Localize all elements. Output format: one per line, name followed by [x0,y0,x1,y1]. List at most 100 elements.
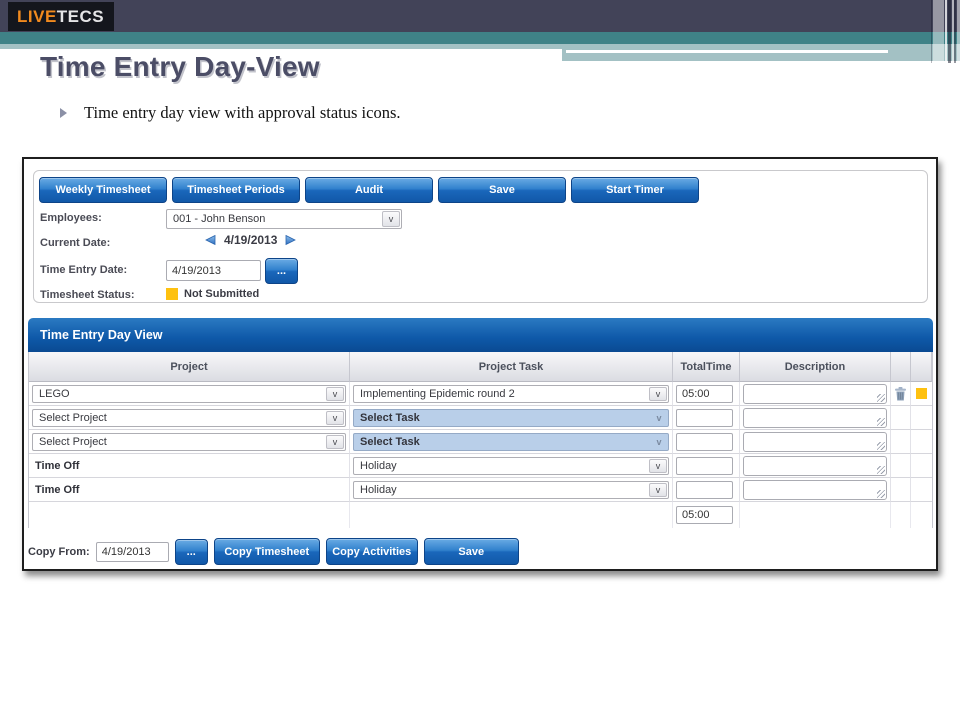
time-entry-date-input[interactable] [166,260,261,281]
date-browse-button[interactable]: ... [265,258,298,284]
footer-save-button[interactable]: Save [423,538,519,565]
slide-top-bar: LIVE TECS [0,0,960,32]
copy-activities-button[interactable]: Copy Activities [325,538,418,565]
day-total-input[interactable] [676,506,733,524]
table-row: Select Project v [29,406,350,430]
current-date-value: 4/19/2013 [224,233,278,247]
copy-from-label: Copy From: [28,545,90,558]
footer-action-bar: Copy From: ... Copy Timesheet Copy Activ… [28,538,519,565]
column-header-status [911,352,932,382]
time-off-type-select[interactable]: Holiday v [353,480,669,499]
column-header-task: Project Task [350,352,673,382]
bullet-item: Time entry day view with approval status… [60,103,401,123]
chevron-down-icon: v [382,211,400,227]
panel-title: Time Entry Day View [28,318,933,352]
employees-label: Employees: [40,212,102,224]
total-time-input[interactable] [676,408,733,427]
column-header-totaltime: TotalTime [673,352,740,382]
total-time-input[interactable] [676,432,733,451]
project-value: Select Project [39,435,107,448]
time-entry-table: Project Project Task TotalTime Descripti… [28,352,933,528]
light-teal-strip-left [0,44,562,49]
toolbar: Weekly Timesheet Timesheet Periods Audit… [39,177,699,203]
white-accent-line [566,50,888,53]
toolbar-panel: Weekly Timesheet Timesheet Periods Audit… [33,170,928,303]
task-select-disabled[interactable]: Select Task v [353,432,669,451]
logo-live-text: LIVE [17,6,57,26]
time-off-label: Time Off [35,483,80,496]
task-value: Implementing Epidemic round 2 [360,387,515,400]
current-date-navigator: 4/19/2013 [204,233,297,247]
page-title: Time Entry Day-View [40,51,320,82]
delete-row-button[interactable] [894,386,907,401]
total-time-input[interactable] [676,456,733,475]
chevron-down-icon: v [326,434,344,449]
corner-stripe [933,0,944,63]
table-row: Time Off [29,454,350,478]
corner-stripe [948,0,951,63]
column-header-actions [891,352,911,382]
previous-day-icon[interactable] [204,234,217,246]
project-select[interactable]: LEGO v [32,384,346,403]
trash-icon [895,386,906,400]
task-value: Holiday [360,483,397,496]
project-value: LEGO [39,387,70,400]
start-timer-button[interactable]: Start Timer [571,177,699,203]
chevron-down-icon: v [649,482,667,497]
description-textarea[interactable] [743,455,887,476]
time-off-type-select[interactable]: Holiday v [353,456,669,475]
project-select[interactable]: Select Project v [32,432,346,451]
app-screenshot-frame: Weekly Timesheet Timesheet Periods Audit… [22,157,938,571]
chevron-down-icon: v [656,436,662,447]
next-day-icon[interactable] [284,234,297,246]
save-button[interactable]: Save [438,177,566,203]
corner-stripe [945,0,947,63]
teal-accent-bar [0,32,960,44]
corner-stripe [954,0,956,63]
logo-tecs-text: TECS [56,6,105,26]
current-date-label: Current Date: [40,237,111,249]
employees-select[interactable]: 001 - John Benson v [166,209,402,229]
timesheet-periods-button[interactable]: Timesheet Periods [172,177,300,203]
chevron-down-icon: v [326,410,344,425]
copy-timesheet-button[interactable]: Copy Timesheet [213,538,320,565]
description-textarea[interactable] [743,479,887,500]
day-view-panel: Time Entry Day View Project Project Task… [28,318,933,528]
copy-from-browse-button[interactable]: ... [174,538,208,565]
timesheet-status-label: Timesheet Status: [40,289,135,301]
project-select[interactable]: Select Project v [32,408,346,427]
table-total-row [29,502,350,528]
task-value: Select Task [360,435,420,448]
bullet-triangle-icon [60,108,67,118]
chevron-down-icon: v [649,386,667,401]
table-row: LEGO v [29,382,350,406]
corner-stripe [931,0,932,63]
column-header-project: Project [29,352,350,382]
status-color-square [166,288,178,300]
table-row: Time Off [29,478,350,502]
task-select[interactable]: Implementing Epidemic round 2 v [353,384,669,403]
approval-status-square [916,388,927,399]
timesheet-status-value: Not Submitted [184,288,260,300]
table-row: Select Project v [29,430,350,454]
task-value: Holiday [360,459,397,472]
audit-button[interactable]: Audit [305,177,433,203]
bullet-text: Time entry day view with approval status… [84,103,401,122]
weekly-timesheet-button[interactable]: Weekly Timesheet [39,177,167,203]
description-textarea[interactable] [743,431,887,452]
description-textarea[interactable] [743,407,887,428]
total-time-input[interactable] [676,480,733,499]
livetecs-logo: LIVE TECS [8,2,114,31]
task-select-disabled[interactable]: Select Task v [353,408,669,427]
employees-selected-value: 001 - John Benson [173,213,266,225]
task-value: Select Task [360,411,420,424]
chevron-down-icon: v [649,458,667,473]
time-off-label: Time Off [35,459,80,472]
copy-from-date-input[interactable] [95,541,169,562]
chevron-down-icon: v [656,412,662,423]
description-textarea[interactable] [743,383,887,404]
project-value: Select Project [39,411,107,424]
chevron-down-icon: v [326,386,344,401]
total-time-input[interactable] [676,384,733,403]
time-entry-date-label: Time Entry Date: [40,264,128,276]
